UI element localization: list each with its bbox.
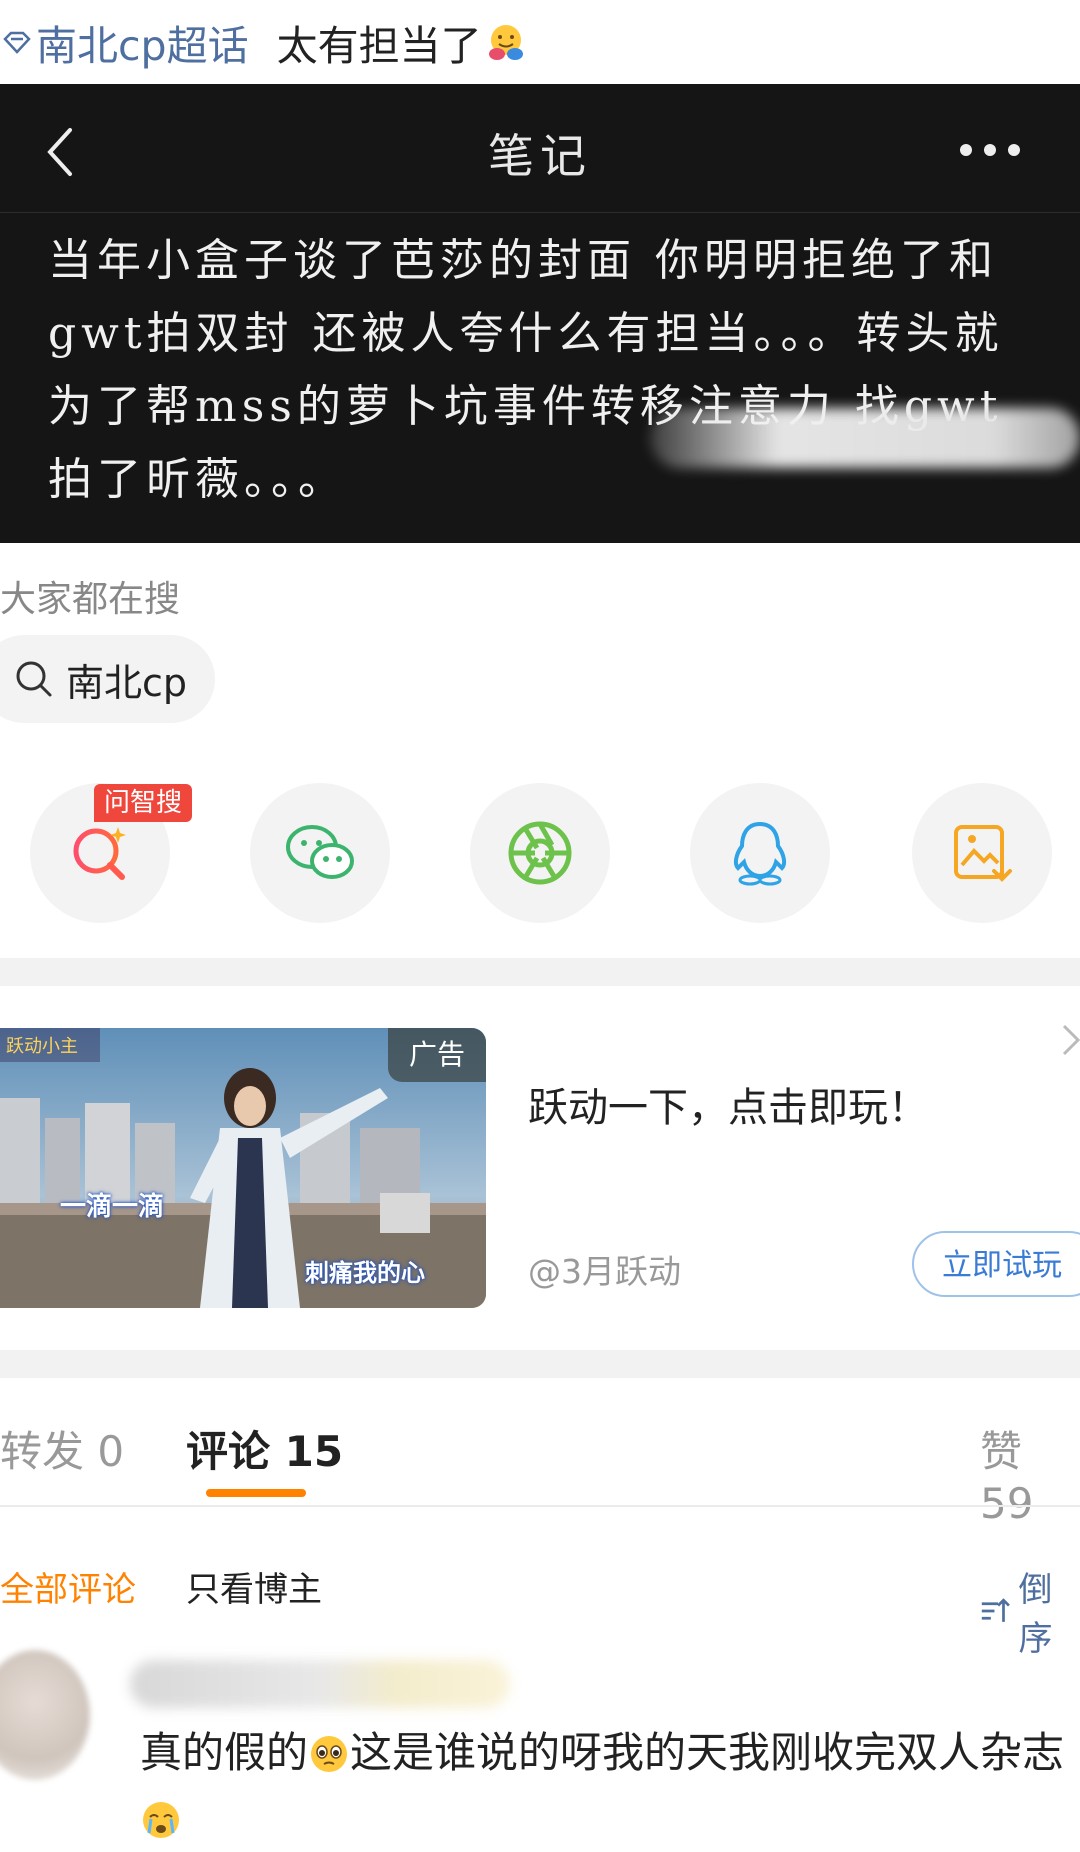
- share-qq-button[interactable]: [690, 783, 830, 923]
- trending-search-chip[interactable]: 南北cp: [0, 635, 215, 723]
- save-image-icon: [954, 825, 1012, 882]
- moments-aperture-icon: [508, 821, 572, 885]
- note-header: 笔记: [0, 84, 1080, 213]
- filter-owner-only[interactable]: 只看博主: [186, 1562, 322, 1611]
- try-now-button[interactable]: 立即试玩: [912, 1231, 1080, 1297]
- note-title: 笔记: [488, 129, 592, 183]
- post-text: 太有担当了: [276, 22, 482, 70]
- commenter-name-blurred: [130, 1660, 510, 1708]
- comment-text: 真的假的 这是谁说的呀我的天我刚收完双人杂志: [140, 1720, 1070, 1852]
- share-wechat-button[interactable]: [250, 783, 390, 923]
- hug-emoji-icon: [488, 25, 523, 60]
- tabs-divider: [0, 1505, 1080, 1507]
- tab-comments[interactable]: 评论 15: [186, 1418, 343, 1479]
- section-divider: [0, 1350, 1080, 1378]
- super-topic-link[interactable]: 南北cp超话: [36, 12, 249, 72]
- trending-search-label: 大家都在搜: [0, 579, 181, 620]
- ad-caption-2: 刺痛我的心: [305, 1259, 425, 1287]
- tab-reposts[interactable]: 转发 0: [0, 1418, 124, 1479]
- comment-part-1: 真的假的: [140, 1728, 309, 1777]
- ad-author[interactable]: @3月跃动: [528, 1245, 681, 1293]
- section-divider: [0, 958, 1080, 986]
- crying-emoji-icon: [143, 1802, 179, 1838]
- more-options-icon[interactable]: [960, 144, 1020, 156]
- ad-chevron-icon[interactable]: [1060, 1020, 1080, 1060]
- blurred-watermark: [650, 408, 1080, 468]
- active-tab-indicator: [206, 1489, 306, 1497]
- tab-likes[interactable]: 赞 59: [980, 1418, 1080, 1528]
- ad-title[interactable]: 跃动一下，点击即玩！: [528, 1075, 928, 1133]
- save-image-button[interactable]: [912, 783, 1052, 923]
- super-topic-diamond-icon: [3, 31, 31, 54]
- filter-all-comments[interactable]: 全部评论: [0, 1562, 136, 1611]
- note-screenshot: 笔记 当年小盒子谈了芭莎的封面 你明明拒绝了和gwt拍双封 还被人夸什么有担当。…: [0, 84, 1080, 543]
- ai-search-badge: 问智搜: [94, 784, 193, 822]
- sort-label: 倒序: [1018, 1570, 1053, 1659]
- wechat-icon: [286, 825, 354, 879]
- svg-text:跃动小主: 跃动小主: [6, 1036, 78, 1057]
- ad-label: 广告: [388, 1028, 486, 1082]
- ai-search-icon: [73, 827, 126, 880]
- share-moments-button[interactable]: [470, 783, 610, 923]
- trending-search-text: 南北cp: [66, 660, 188, 705]
- note-body-text: 当年小盒子谈了芭莎的封面 你明明拒绝了和gwt拍双封 还被人夸什么有担当。。。转…: [48, 235, 1004, 505]
- pleading-emoji-icon: [311, 1736, 348, 1772]
- avatar[interactable]: [0, 1650, 90, 1780]
- post-header-line: 南北cp超话 太有担当了: [0, 0, 1080, 84]
- sort-button[interactable]: 倒序: [980, 1562, 1080, 1660]
- ad-caption-1: 一滴一滴: [60, 1192, 165, 1222]
- sort-icon: [981, 1598, 1010, 1622]
- search-icon: [16, 661, 52, 697]
- qq-penguin-icon: [733, 821, 787, 886]
- comment-part-2: 这是谁说的呀我的天我刚收完双人杂志: [350, 1728, 1065, 1777]
